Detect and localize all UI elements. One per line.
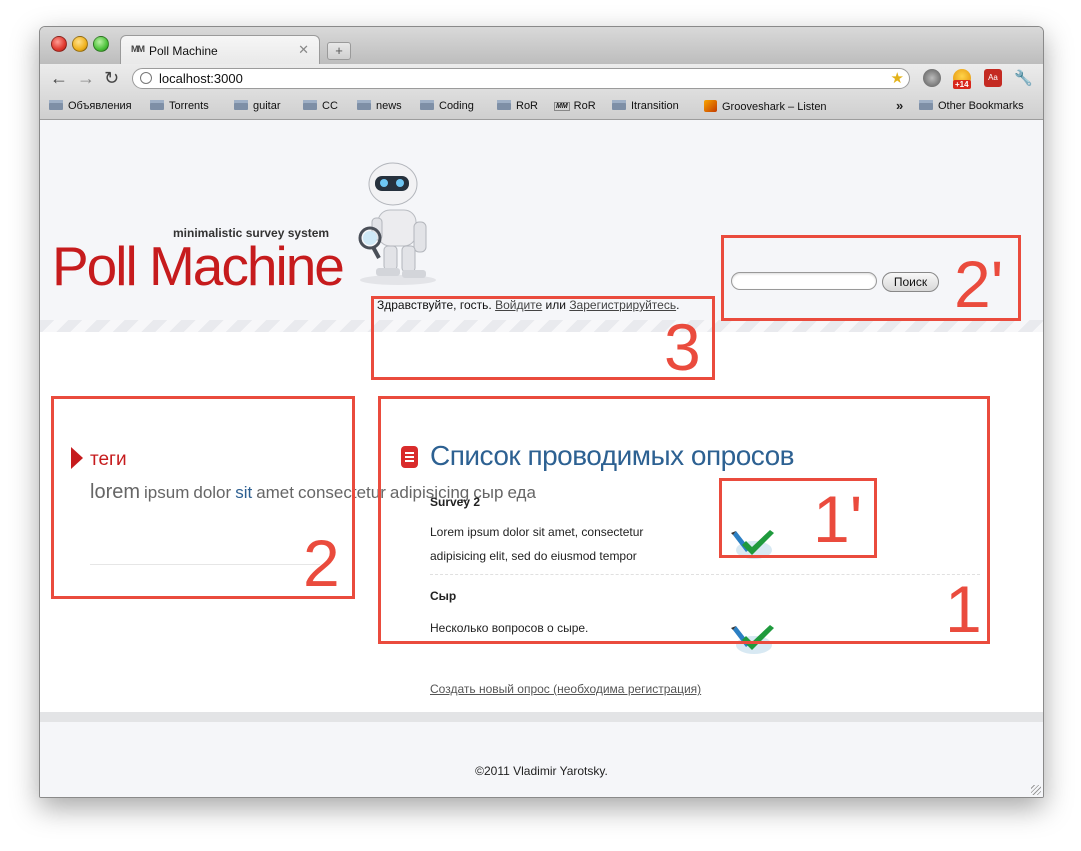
folder-icon — [497, 100, 511, 110]
annotation-label: 3 — [664, 310, 701, 384]
address-bar[interactable]: localhost:3000 ★ — [132, 68, 910, 89]
mm-favicon-icon: MM — [554, 102, 570, 111]
resize-grip-icon[interactable] — [1031, 785, 1041, 795]
bookmark-item[interactable]: Coding — [420, 100, 474, 112]
annotation-label: 1' — [813, 482, 863, 556]
annotation-label: 2' — [954, 247, 1004, 321]
site-logo[interactable]: Poll Machine — [52, 236, 345, 296]
bookmarks-overflow-button[interactable]: » — [896, 98, 903, 113]
tab-strip: MM Poll Machine ✕ + — [40, 27, 1043, 64]
minimize-window-button[interactable] — [72, 36, 88, 52]
annotation-label: 1 — [945, 572, 982, 646]
folder-icon — [234, 100, 248, 110]
folder-icon — [49, 100, 63, 110]
bookmark-item[interactable]: RoR — [497, 100, 538, 112]
close-window-button[interactable] — [51, 36, 67, 52]
back-icon[interactable]: ← — [50, 68, 68, 88]
bookmark-item[interactable]: guitar — [234, 100, 281, 112]
tab-favicon-icon: MM — [131, 44, 145, 54]
folder-icon — [919, 100, 933, 110]
tab-poll-machine[interactable]: MM Poll Machine ✕ — [120, 35, 320, 64]
folder-icon — [150, 100, 164, 110]
new-tab-button[interactable]: + — [327, 42, 351, 60]
bookmark-item[interactable]: Torrents — [150, 100, 209, 112]
reload-icon[interactable]: ↻ — [104, 68, 119, 88]
folder-icon — [420, 100, 434, 110]
wrench-icon[interactable]: 🔧 — [1014, 69, 1033, 87]
bookmark-item[interactable]: MM RoR — [554, 100, 596, 112]
bookmark-item[interactable]: news — [357, 100, 402, 112]
footer-divider — [40, 712, 1043, 722]
robot-icon — [358, 162, 436, 285]
create-poll-link[interactable]: Создать новый опрос (необходима регистра… — [430, 682, 701, 696]
grooveshark-icon — [704, 100, 717, 112]
globe-icon — [140, 72, 152, 84]
forward-icon[interactable]: → — [77, 68, 95, 88]
other-bookmarks[interactable]: Other Bookmarks — [919, 100, 1024, 112]
annotation-box-1 — [378, 396, 990, 644]
folder-icon — [357, 100, 371, 110]
zoom-window-button[interactable] — [93, 36, 109, 52]
extension-gear-icon[interactable] — [923, 69, 941, 87]
tab-close-icon[interactable]: ✕ — [298, 42, 309, 58]
browser-toolbar: ← → ↻ localhost:3000 ★ +14 Aa 🔧 — [40, 64, 1043, 94]
annotation-label: 2 — [303, 526, 340, 600]
bookmark-item[interactable]: Объявления — [49, 100, 132, 112]
extension-dictionary-icon[interactable]: Aa — [984, 69, 1002, 87]
extension-badge: +14 — [953, 80, 971, 89]
copyright-text: ©2011 Vladimir Yarotsky. — [475, 764, 608, 778]
star-icon[interactable]: ★ — [891, 69, 904, 87]
bookmark-item[interactable]: Grooveshark – Listen — [704, 100, 836, 113]
folder-icon — [612, 100, 626, 110]
folder-icon — [303, 100, 317, 110]
bookmark-item[interactable]: Itransition — [612, 100, 679, 112]
url-text: localhost:3000 — [159, 71, 243, 86]
bookmarks-bar: Объявления Torrents guitar CC news Codin… — [40, 94, 1043, 120]
bookmark-item[interactable]: CC — [303, 100, 338, 112]
site-footer: ©2011 Vladimir Yarotsky. — [40, 722, 1043, 797]
tab-title: Poll Machine — [149, 44, 218, 58]
